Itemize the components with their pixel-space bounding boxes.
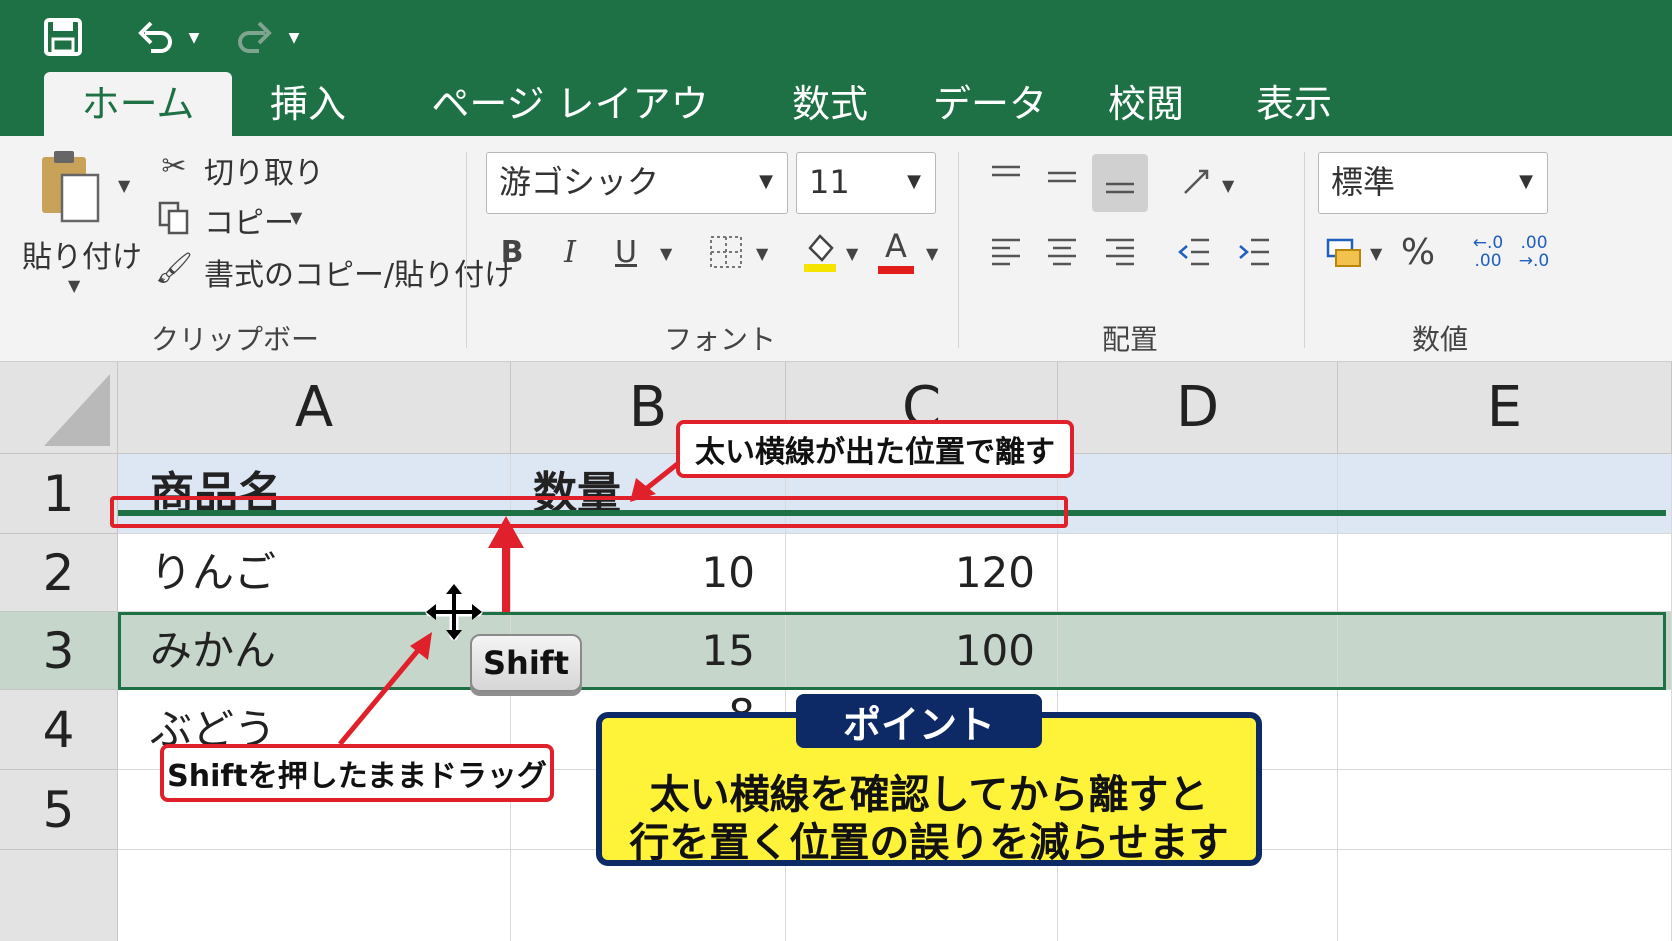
- font-name-select[interactable]: 游ゴシック ▼: [486, 152, 788, 214]
- row-header-5[interactable]: 5: [0, 770, 118, 850]
- redo-dropdown-icon[interactable]: ▼: [284, 28, 304, 48]
- select-all-corner[interactable]: [0, 362, 118, 454]
- cell-e5[interactable]: [1338, 770, 1672, 850]
- borders-icon[interactable]: [706, 230, 746, 274]
- font-color-dropdown-icon[interactable]: ▼: [926, 244, 938, 263]
- row-header-3[interactable]: 3: [0, 612, 118, 690]
- orientation-icon[interactable]: [1176, 162, 1216, 202]
- cell-d1[interactable]: [1058, 454, 1338, 534]
- cell-e4[interactable]: [1338, 690, 1672, 770]
- tab-page-layout[interactable]: ページ レイアウト: [420, 72, 720, 190]
- insertion-highlight-box: [110, 496, 1068, 528]
- column-header-e[interactable]: E: [1338, 362, 1672, 454]
- title-bar: ▼ ▼: [0, 0, 1672, 72]
- row-header-4[interactable]: 4: [0, 690, 118, 770]
- font-color-bar: [878, 266, 914, 274]
- scissors-icon[interactable]: ✂: [156, 146, 192, 186]
- accounting-format-icon[interactable]: [1322, 230, 1366, 274]
- copy-icon[interactable]: [156, 198, 192, 238]
- undo-icon[interactable]: [132, 14, 178, 60]
- number-group-label: 数値: [1411, 323, 1468, 356]
- tab-home[interactable]: ホーム: [44, 72, 232, 136]
- tab-formulas[interactable]: 数式: [780, 72, 880, 136]
- redo-icon[interactable]: [232, 14, 278, 60]
- ribbon-separator: [1304, 152, 1305, 348]
- align-right-icon[interactable]: [1100, 230, 1140, 274]
- shift-key-icon: Shift: [470, 634, 582, 692]
- column-header-d[interactable]: D: [1058, 362, 1338, 454]
- selected-row-outline: [118, 612, 1666, 690]
- paste-label-caret-icon[interactable]: ▼: [68, 276, 80, 295]
- cell-b2[interactable]: 10: [511, 534, 786, 612]
- font-group-label: フォント: [663, 323, 776, 356]
- cell-d2[interactable]: [1058, 534, 1338, 612]
- alignment-group-label: 配置: [1101, 323, 1158, 356]
- bold-button[interactable]: B: [492, 230, 532, 274]
- align-bottom-icon[interactable]: [1092, 154, 1148, 212]
- decrease-indent-icon[interactable]: [1174, 230, 1214, 274]
- tab-data[interactable]: データ: [930, 72, 1050, 136]
- cell-e6[interactable]: [1338, 850, 1672, 941]
- release-callout: 太い横線が出た位置で離す: [676, 420, 1074, 478]
- font-name-dropdown-icon[interactable]: ▼: [759, 153, 773, 211]
- copy-label[interactable]: コピー: [204, 198, 294, 242]
- cell-a6[interactable]: [118, 850, 511, 941]
- ribbon-separator: [466, 152, 467, 348]
- align-center-icon[interactable]: [1042, 230, 1082, 274]
- underline-button[interactable]: U: [606, 230, 646, 274]
- save-icon[interactable]: [40, 14, 86, 60]
- format-painter-icon[interactable]: 🖌: [155, 248, 193, 288]
- ribbon: ▼ 貼り付け ▼ ✂ 切り取り コピー ▼ 🖌 書式のコピー/貼り付け クリップ…: [0, 136, 1672, 396]
- ribbon-tabs: ホーム 挿入 ページ レイアウト 数式 データ 校閲 表示: [0, 72, 1672, 190]
- font-name-value: 游ゴシック: [499, 163, 660, 201]
- paste-dropdown-icon[interactable]: ▼: [118, 176, 130, 195]
- fill-color-icon[interactable]: [800, 228, 840, 276]
- ribbon-separator: [958, 152, 959, 348]
- tab-insert[interactable]: 挿入: [258, 72, 358, 136]
- cell-e1[interactable]: [1338, 454, 1672, 534]
- decrease-decimal-icon[interactable]: .00 →.0: [1512, 228, 1556, 276]
- underline-dropdown-icon[interactable]: ▼: [660, 244, 672, 263]
- move-cursor-icon: [424, 582, 484, 642]
- cell-c2[interactable]: 120: [786, 534, 1058, 612]
- accounting-dropdown-icon[interactable]: ▼: [1370, 244, 1382, 263]
- point-title: ポイント: [796, 694, 1042, 748]
- fill-color-dropdown-icon[interactable]: ▼: [846, 244, 858, 263]
- tab-review[interactable]: 校閲: [1096, 72, 1196, 136]
- paste-label[interactable]: 貼り付け: [22, 232, 142, 276]
- font-color-letter: A: [885, 227, 907, 265]
- cut-label[interactable]: 切り取り: [204, 148, 324, 192]
- align-middle-icon[interactable]: [1042, 158, 1082, 198]
- copy-dropdown-icon[interactable]: ▼: [290, 208, 302, 227]
- tab-view[interactable]: 表示: [1244, 72, 1344, 136]
- align-top-icon[interactable]: [986, 158, 1026, 198]
- font-size-select[interactable]: 11 ▼: [796, 152, 936, 214]
- increase-indent-icon[interactable]: [1234, 230, 1274, 274]
- font-color-icon[interactable]: A: [876, 228, 916, 276]
- number-format-value: 標準: [1331, 163, 1396, 201]
- column-header-a[interactable]: A: [118, 362, 511, 454]
- point-text-line2: 行を置く位置の誤りを減らせます: [629, 820, 1229, 866]
- cell-e2[interactable]: [1338, 534, 1672, 612]
- percent-button[interactable]: %: [1396, 230, 1440, 274]
- italic-button[interactable]: I: [550, 230, 590, 274]
- font-size-value: 11: [809, 163, 850, 201]
- orientation-dropdown-icon[interactable]: ▼: [1222, 176, 1234, 195]
- row-header-2[interactable]: 2: [0, 534, 118, 612]
- borders-dropdown-icon[interactable]: ▼: [756, 244, 768, 263]
- number-format-select[interactable]: 標準 ▼: [1318, 152, 1548, 214]
- paste-icon[interactable]: [36, 146, 106, 226]
- increase-decimal-icon[interactable]: ←.0 .00: [1466, 228, 1510, 276]
- number-format-dropdown-icon[interactable]: ▼: [1519, 153, 1533, 211]
- drag-callout: Shiftを押したままドラッグ: [160, 744, 554, 802]
- font-size-dropdown-icon[interactable]: ▼: [907, 153, 921, 211]
- format-painter-label[interactable]: 書式のコピー/貼り付け: [204, 250, 514, 294]
- undo-dropdown-icon[interactable]: ▼: [184, 28, 204, 48]
- row-header-1[interactable]: 1: [0, 454, 118, 534]
- row-header-6: [0, 850, 118, 941]
- align-left-icon[interactable]: [986, 230, 1026, 274]
